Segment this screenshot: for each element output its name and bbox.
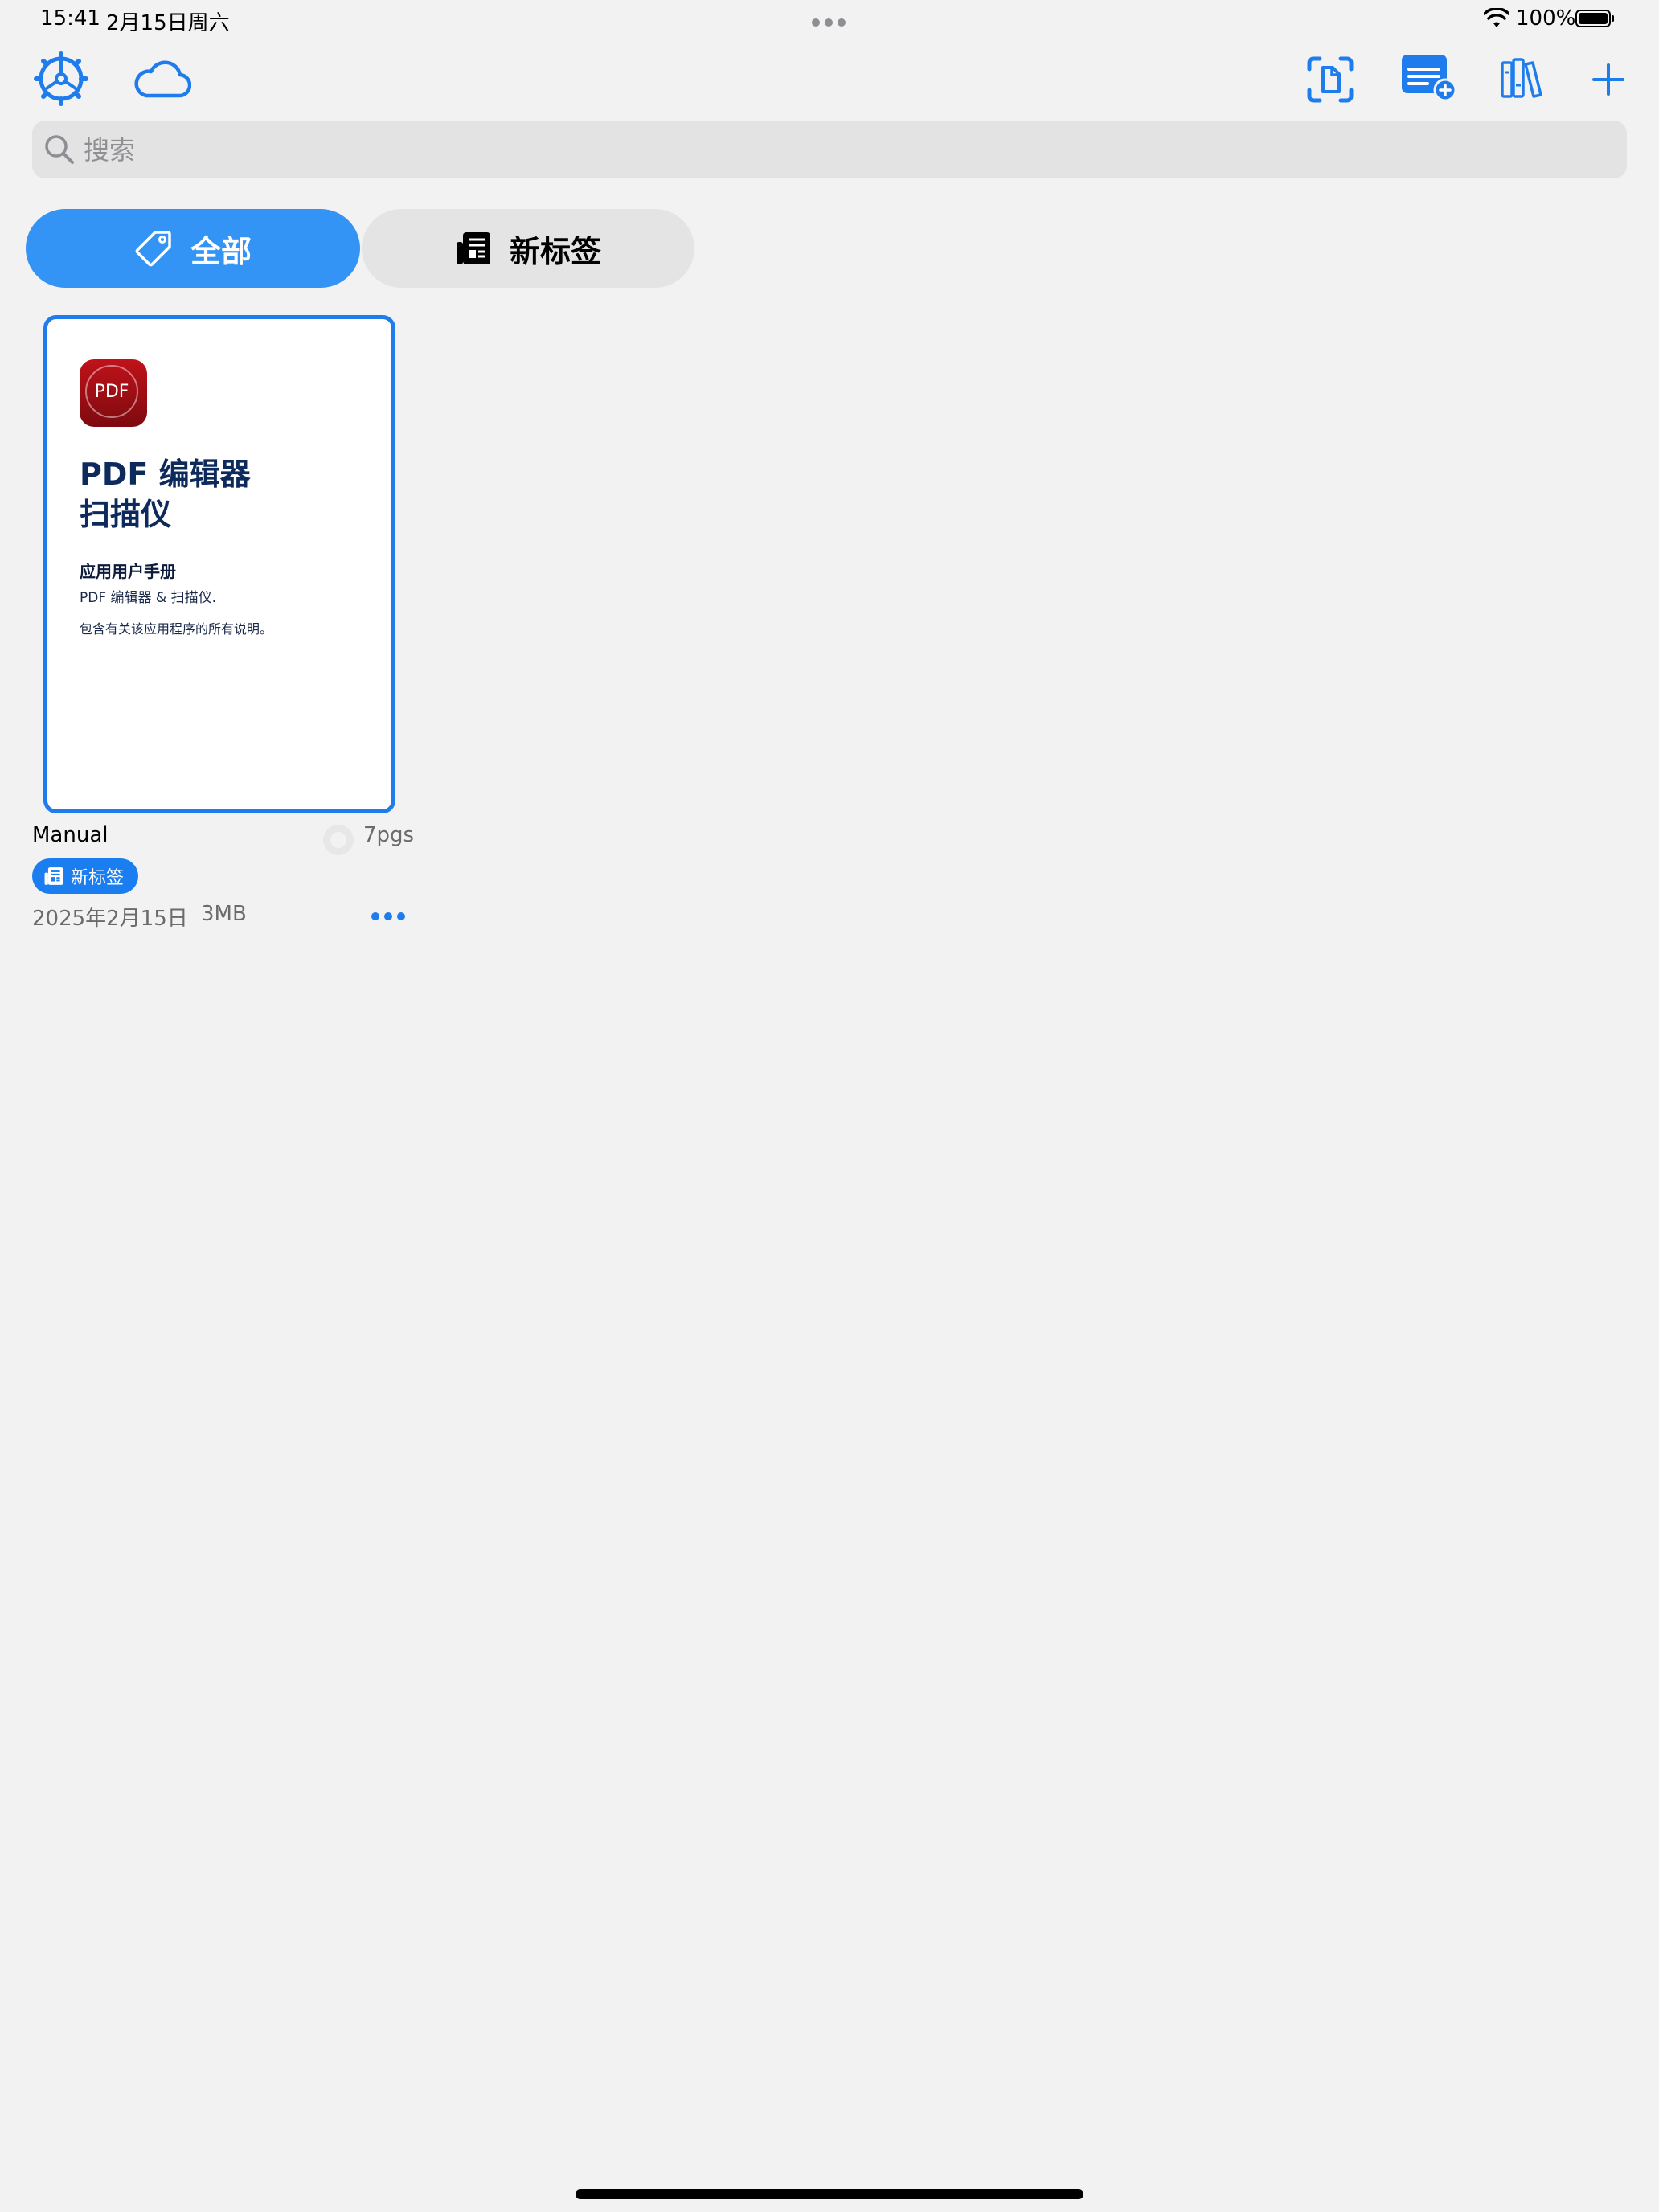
document-size: 3MB — [201, 902, 247, 926]
document-date: 2025年2月15日 — [32, 907, 188, 931]
tag-new-label: 新标签 — [509, 233, 601, 269]
search-icon — [45, 135, 74, 164]
home-indicator[interactable] — [576, 2189, 1083, 2199]
document-pages: 7pgs — [363, 823, 415, 847]
search-bar[interactable] — [32, 121, 1627, 180]
sync-status-icon — [323, 825, 354, 855]
wifi-icon — [1484, 8, 1509, 27]
tag-all-button[interactable]: 全部 — [26, 209, 360, 288]
cover-title: PDF 编辑器 扫描仪 — [80, 457, 251, 532]
document-tag-badge[interactable]: 新标签 — [32, 858, 139, 894]
library-icon[interactable] — [1500, 56, 1543, 100]
tag-new-button[interactable]: 新标签 — [362, 209, 694, 288]
app-icon-text: PDF — [85, 365, 138, 418]
newspaper-icon — [44, 867, 63, 885]
document-thumbnail[interactable]: PDF PDF 编辑器 扫描仪 应用用户手册 PDF 编辑器 & 扫描仪. 包含… — [43, 315, 395, 813]
pdf-app-icon: PDF — [80, 359, 147, 427]
search-input[interactable] — [82, 121, 1596, 180]
more-options-icon[interactable] — [371, 908, 412, 924]
multitasking-dots-icon[interactable] — [812, 14, 850, 27]
battery-icon — [1575, 10, 1614, 27]
settings-icon[interactable] — [34, 51, 88, 106]
document-tag-label: 新标签 — [71, 868, 125, 888]
scan-document-icon[interactable] — [1307, 56, 1354, 103]
document-name[interactable]: Manual — [32, 823, 108, 847]
tag-all-label: 全部 — [190, 233, 252, 269]
cover-line-1: PDF 编辑器 & 扫描仪. — [80, 590, 216, 606]
cover-subtitle: 应用用户手册 — [80, 562, 176, 581]
cloud-icon[interactable] — [132, 58, 191, 100]
battery-percent: 100% — [1516, 6, 1576, 31]
add-icon[interactable] — [1591, 63, 1625, 96]
app-root: 15:41 2月15日周六 100% 搜索 全部 新标签 PDF PDF 编辑器… — [0, 0, 1659, 2212]
new-note-icon[interactable] — [1400, 53, 1458, 101]
cover-line-2: 包含有关该应用程序的所有说明。 — [80, 621, 273, 637]
status-date: 2月15日周六 — [106, 11, 230, 35]
newspaper-icon — [456, 232, 490, 264]
status-bar: 15:41 2月15日周六 100% — [0, 0, 1659, 39]
status-time: 15:41 — [40, 6, 100, 31]
tag-icon — [135, 231, 171, 267]
